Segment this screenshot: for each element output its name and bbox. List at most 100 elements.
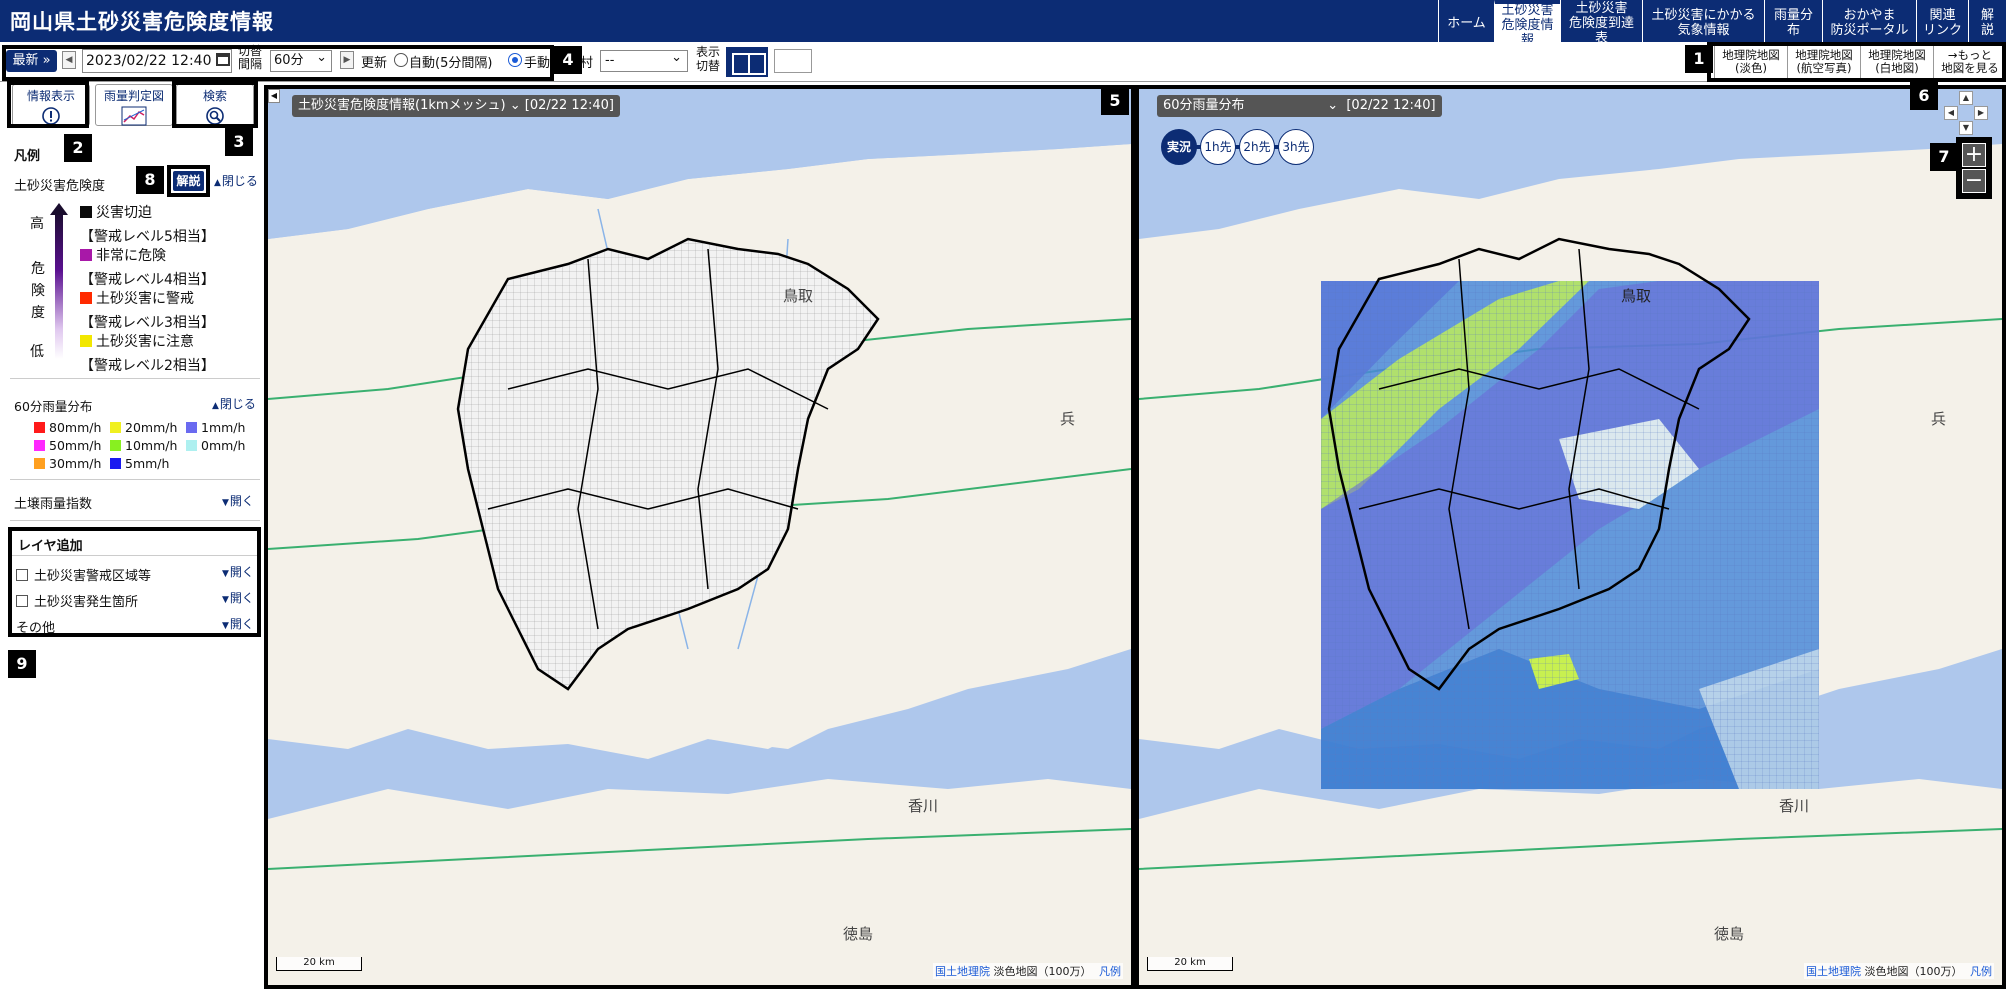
divider [10,479,260,480]
hazard-level-5-label: 災害切迫 [96,205,152,221]
pan-up-icon[interactable]: ▲ [1959,91,1973,105]
hazard-level-5-sub: 【警戒レベル5相当】 [80,229,215,245]
rainfall-map-panel[interactable]: 鳥取 兵 香川 徳島 60分雨量分布 ⌄ [02/22 12:40] 実況 1h… [1135,85,2006,989]
rain-level-5: 5mm/h [110,456,169,471]
hazard-swatch [80,206,92,218]
city-select[interactable]: -- [600,48,688,72]
tab-rain-chart[interactable]: 雨量判定図 [95,84,173,126]
pan-left-icon[interactable]: ◀ [1944,106,1958,120]
pan-control: ▲ ◀ ▶ ▼ [1944,91,1988,135]
legend-link[interactable]: 凡例 [1970,965,1992,978]
basemap-blank[interactable]: 地理院地図 (白地図) [1860,42,1933,82]
layer-label: 土砂災害発生箇所 [34,595,139,610]
rain-level-50: 50mm/h [34,438,101,453]
hazard-level-4: 非常に危険 [80,246,166,266]
gsi-link[interactable]: 国土地理院 [935,965,990,978]
collapse-panel-icon[interactable]: ◀ [268,89,280,103]
site-title: 岡山県土砂災害危険度情報 [10,10,274,34]
mode-actual-button[interactable]: 実況 [1161,129,1197,165]
rain-swatch [186,440,197,451]
mode-2h-button[interactable]: 2h先 [1239,129,1275,165]
zoom-out-icon[interactable]: − [1962,169,1986,193]
explain-button[interactable]: 解説 [173,171,204,191]
auto-update-label: 自動(5分間隔) [409,56,493,71]
rainfall-map-canvas[interactable]: 鳥取 兵 香川 徳島 [1139,89,2002,985]
hazard-map-canvas[interactable]: 鳥取 兵 香川 徳島 [268,89,1131,985]
hazard-map-panel[interactable]: 鳥取 兵 香川 徳島 ◀ 土砂災害危険度情報(1kmメッシュ) ⌄ [02/22… [264,85,1135,989]
rain-level-label: 10mm/h [125,438,178,453]
hazard-level-3-label: 土砂災害に警戒 [96,291,194,307]
nav-arrival-table[interactable]: 土砂災害 危険度到達表 [1560,0,1642,46]
gsi-link[interactable]: 国土地理院 [1806,965,1861,978]
mode-3h-button[interactable]: 3h先 [1278,129,1314,165]
left-panel: 情報表示 雨量判定図 検索 凡例 土砂災害危険度 解説 閉じる 高 危険度 低 … [0,81,264,990]
zoom-in-icon[interactable]: + [1962,143,1986,167]
nav-hazard-info[interactable]: 土砂災害 危険度情報 [1494,0,1560,48]
rain-swatch [34,440,45,451]
nav-rainfall[interactable]: 雨量分布 [1764,0,1822,42]
rainfall-layer-select[interactable]: 60分雨量分布 ⌄ [02/22 12:40] [1157,95,1442,117]
rain-level-label: 50mm/h [49,438,102,453]
rain-level-label: 80mm/h [49,420,102,435]
hazard-layer-select[interactable]: 土砂災害危険度情報(1kmメッシュ) ⌄ [02/22 12:40] [292,95,620,117]
marker-5: 5 [1101,87,1129,115]
rain-legend-close-link[interactable]: 閉じる [212,395,256,412]
nav-links[interactable]: 関連 リンク [1916,0,1968,42]
marker-3: 3 [225,128,253,156]
soil-rain-index-open-link[interactable]: 開く [222,492,254,509]
pan-down-icon[interactable]: ▼ [1959,121,1973,135]
datetime-field[interactable]: 2023/02/22 12:40 [82,49,232,73]
nav-bousai-portal[interactable]: おかやま 防災ポータル [1822,0,1916,42]
nav-home[interactable]: ホーム [1438,0,1494,42]
update-label: 更新 [361,56,388,71]
hazard-level-2-label: 土砂災害に注意 [96,334,194,350]
legend-link[interactable]: 凡例 [1099,965,1121,978]
mode-1h-button[interactable]: 1h先 [1200,129,1236,165]
tab-search[interactable]: 検索 [176,84,254,126]
layer-disaster-sites-open-link[interactable]: 開く [222,589,254,606]
layer-checkbox[interactable] [16,595,28,607]
pan-right-icon[interactable]: ▶ [1974,106,1988,120]
layer-other-open-link[interactable]: 開く [222,615,254,632]
hazard-legend-close-link[interactable]: 閉じる [214,172,258,189]
view-switch-label: 表示 切替 [696,45,721,73]
rain-level-10: 10mm/h [110,438,177,453]
manual-update-radio[interactable] [508,53,522,67]
basemap-name: 淡色地図（100万） [1864,965,1963,978]
basemap-buttons: 地理院地図 (淡色) 地理院地図 (航空写真) 地理院地図 (白地図) →もっと… [1714,42,2006,82]
layer-warning-area-open-link[interactable]: 開く [222,563,254,580]
marker-1: 1 [1685,45,1713,73]
place-label: 徳島 [843,925,873,943]
place-label: 鳥取 [1621,287,1651,305]
layer-row-disaster-sites: 土砂災害発生箇所 [16,591,138,610]
tab-info-display[interactable]: 情報表示 [12,84,90,126]
rain-level-80: 80mm/h [34,420,101,435]
rain-swatch [34,422,45,433]
layer-label: 土砂災害警戒区域等 [34,569,152,584]
single-view-button[interactable] [774,49,812,73]
next-time-icon[interactable]: ▶ [340,51,354,69]
rain-swatch [110,458,121,469]
calendar-icon[interactable] [216,53,230,66]
divider [12,555,257,556]
marker-4: 4 [554,46,582,74]
basemap-photo[interactable]: 地理院地図 (航空写真) [1787,42,1860,82]
hazard-swatch [80,335,92,347]
layer-add-heading: レイヤ追加 [18,539,83,554]
marker-2: 2 [64,134,92,162]
nav-weather-info[interactable]: 土砂災害にかかる 気象情報 [1642,0,1764,42]
basemap-pale[interactable]: 地理院地図 (淡色) [1714,42,1787,82]
interval-select[interactable]: 60分 [270,48,332,72]
nav-explanation[interactable]: 解説 [1968,0,2006,42]
basemap-more[interactable]: →もっと 地図を見る [1933,42,2006,82]
rain-swatch [186,422,197,433]
auto-update-radio[interactable] [394,53,408,67]
rain-swatch [110,440,121,451]
dual-view-button[interactable] [726,47,768,77]
prev-time-icon[interactable]: ◀ [62,51,76,69]
layer-checkbox[interactable] [16,569,28,581]
tab-search-label: 検索 [202,89,227,103]
hazard-swatch [80,292,92,304]
latest-button[interactable]: 最新 » [6,50,57,72]
rain-legend-title: 60分雨量分布 [14,399,93,414]
